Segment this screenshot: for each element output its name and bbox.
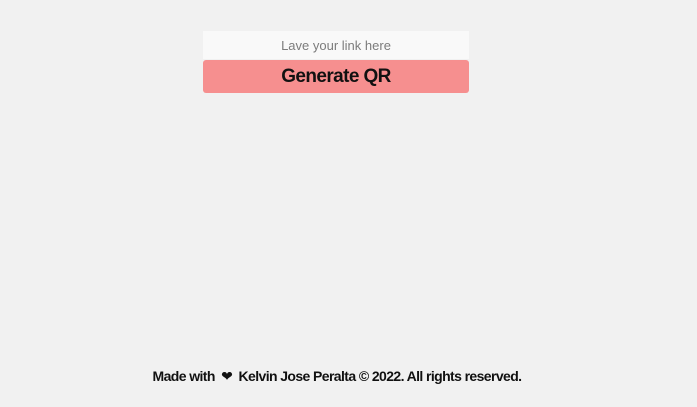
qr-generator-form: Generate QR (203, 31, 469, 93)
footer-made-with: Made with (152, 368, 216, 384)
link-input[interactable] (203, 31, 469, 59)
footer-credit: Kelvin Jose Peralta © 2022. All rights r… (238, 368, 523, 384)
generate-qr-button[interactable]: Generate QR (203, 60, 469, 93)
footer: Made with ❤ Kelvin Jose Peralta © 2022. … (0, 368, 674, 385)
heart-icon: ❤ (221, 368, 233, 384)
